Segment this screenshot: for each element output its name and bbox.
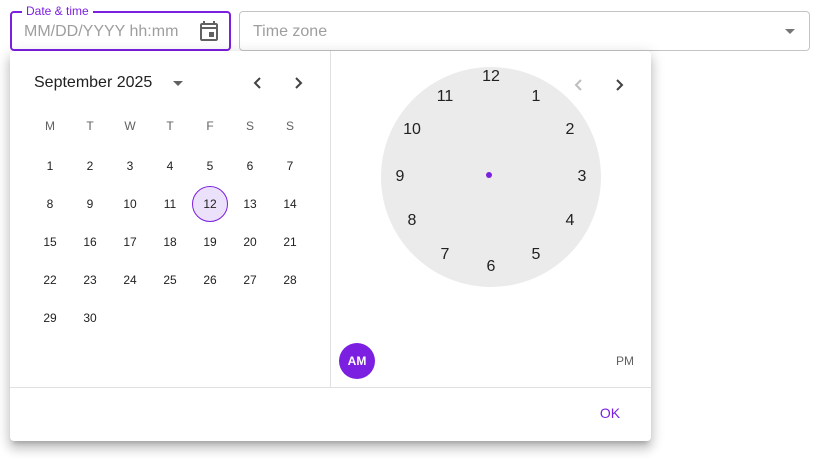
date-time-label: Date & time — [22, 4, 93, 18]
calendar-day[interactable]: 5 — [192, 148, 228, 184]
weekday-label: T — [86, 119, 94, 133]
calendar-day[interactable]: 18 — [152, 224, 188, 260]
calendar-day[interactable]: 17 — [112, 224, 148, 260]
calendar-day[interactable]: 21 — [272, 224, 308, 260]
clock-number[interactable]: 4 — [558, 209, 582, 233]
calendar-day[interactable]: 22 — [32, 262, 68, 298]
calendar-day[interactable]: 14 — [272, 186, 308, 222]
weekday-label: S — [285, 119, 294, 133]
clock-number[interactable]: 1 — [524, 85, 548, 109]
calendar-day[interactable]: 30 — [72, 300, 108, 336]
prev-month-button[interactable] — [246, 71, 270, 95]
ok-button[interactable]: OK — [588, 398, 632, 428]
clock-number[interactable]: 11 — [433, 85, 457, 109]
calendar-day[interactable]: 29 — [32, 300, 68, 336]
calendar-day[interactable]: 26 — [192, 262, 228, 298]
calendar-day[interactable]: 6 — [232, 148, 268, 184]
timezone-select[interactable]: Time zone — [239, 11, 810, 51]
calendar-day[interactable]: 15 — [32, 224, 68, 260]
clock-number[interactable]: 12 — [479, 65, 503, 89]
weekday-label: T — [166, 119, 174, 133]
calendar-day[interactable]: 10 — [112, 186, 148, 222]
clock-number[interactable]: 7 — [433, 243, 457, 267]
date-time-input[interactable]: MM/DD/YYYY hh:mm — [24, 22, 178, 42]
prev-view-button[interactable] — [567, 73, 591, 97]
clock-number[interactable]: 2 — [558, 118, 582, 142]
month-year-label[interactable]: September 2025 — [34, 73, 152, 93]
calendar-day[interactable]: 4 — [152, 148, 188, 184]
calendar-day[interactable]: 19 — [192, 224, 228, 260]
calendar-day[interactable]: 25 — [152, 262, 188, 298]
calendar-day[interactable]: 9 — [72, 186, 108, 222]
calendar-day[interactable]: 23 — [72, 262, 108, 298]
clock-number[interactable]: 6 — [479, 255, 503, 279]
timezone-placeholder: Time zone — [253, 23, 328, 40]
chevron-right-icon — [616, 79, 624, 91]
clock-number[interactable]: 3 — [570, 165, 594, 189]
calendar-day[interactable]: 16 — [72, 224, 108, 260]
calendar-day[interactable]: 13 — [232, 186, 268, 222]
clock-number[interactable]: 8 — [400, 209, 424, 233]
chevron-right-icon — [295, 77, 303, 89]
calendar-day[interactable]: 8 — [32, 186, 68, 222]
clock-number[interactable]: 9 — [388, 165, 412, 189]
date-time-field[interactable]: Date & time MM/DD/YYYY hh:mm — [10, 4, 231, 51]
calendar-day[interactable]: 11 — [152, 186, 188, 222]
pm-button[interactable]: PM — [607, 343, 643, 379]
date-time-picker-popup: September 2025 M T W T F S S 1 2 3 4 5 6… — [10, 51, 651, 441]
weekday-label: M — [45, 119, 55, 133]
chevron-down-icon[interactable] — [168, 73, 188, 93]
weekday-label: W — [124, 119, 136, 133]
calendar-day[interactable]: 1 — [32, 148, 68, 184]
clock-number[interactable]: 5 — [524, 243, 548, 267]
chevron-left-icon — [574, 79, 582, 91]
calendar-day[interactable]: 24 — [112, 262, 148, 298]
next-month-button[interactable] — [286, 71, 310, 95]
clock-face[interactable]: 12 1 2 3 4 5 6 7 8 9 10 11 — [381, 67, 601, 287]
chevron-left-icon — [253, 77, 261, 89]
am-button[interactable]: AM — [339, 343, 375, 379]
calendar-day[interactable]: 20 — [232, 224, 268, 260]
weekday-label: S — [245, 119, 254, 133]
next-view-button[interactable] — [607, 73, 631, 97]
dropdown-arrow-icon[interactable] — [785, 29, 795, 34]
clock-center-dot — [486, 172, 492, 178]
calendar-day[interactable]: 28 — [272, 262, 308, 298]
calendar-day[interactable]: 27 — [232, 262, 268, 298]
panel-divider — [330, 51, 331, 387]
calendar-icon[interactable] — [197, 19, 221, 43]
calendar-day[interactable]: 7 — [272, 148, 308, 184]
calendar-day[interactable]: 3 — [112, 148, 148, 184]
calendar-day[interactable]: 2 — [72, 148, 108, 184]
weekday-label: F — [206, 119, 214, 133]
clock-number[interactable]: 10 — [400, 118, 424, 142]
calendar-day-selected[interactable]: 12 — [192, 186, 228, 222]
footer-divider — [10, 387, 651, 388]
